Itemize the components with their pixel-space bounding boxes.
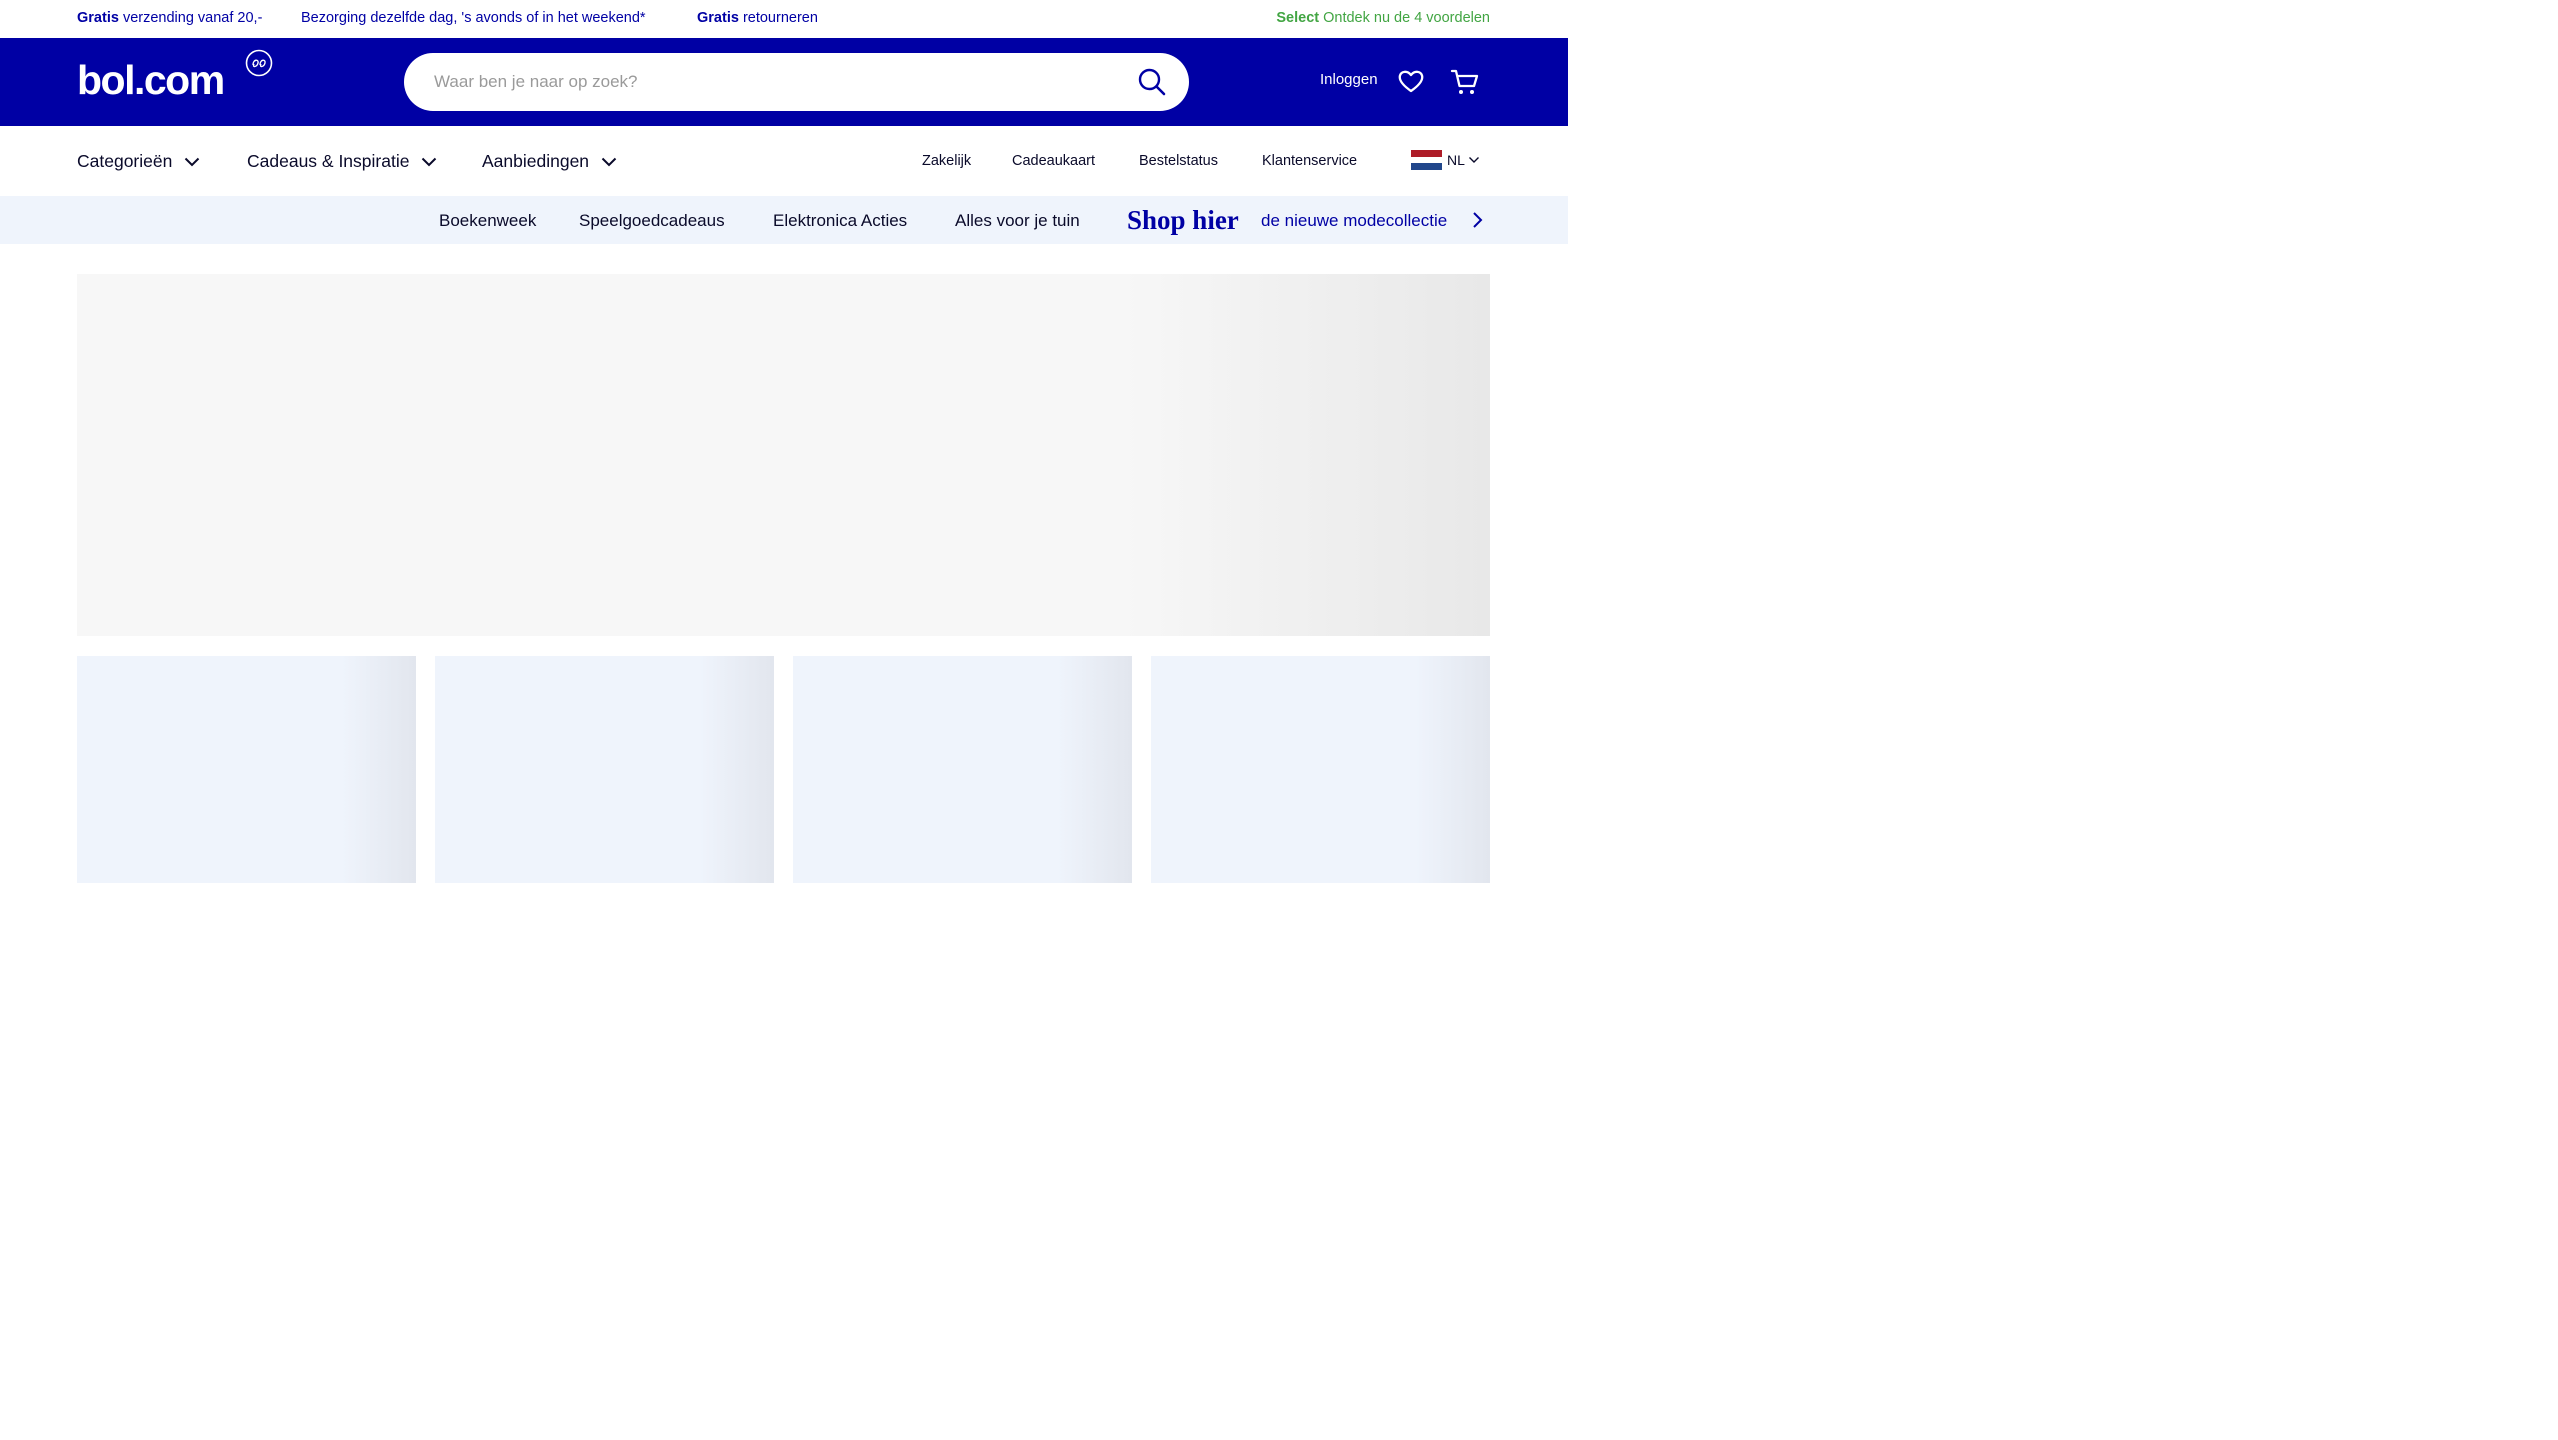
flag-nl-icon <box>1411 150 1442 171</box>
language-selector[interactable]: NL <box>1411 150 1480 171</box>
shop-here-title[interactable]: Shop hier <box>1127 205 1239 236</box>
logo-wordmark: bol.com <box>77 57 225 103</box>
bol-logo[interactable]: bol.com <box>77 49 277 106</box>
campaign-link-book-week[interactable]: Boekenweek <box>439 211 536 231</box>
nav-link-gift-card[interactable]: Cadeaukaart <box>1012 153 1095 169</box>
usp-free-returns[interactable]: Gratis retourneren <box>697 10 818 26</box>
search-icon[interactable] <box>1137 67 1167 97</box>
cart-icon[interactable] <box>1450 68 1480 96</box>
usp-select-promo[interactable]: Select Ontdek nu de 4 voordelen <box>1276 10 1490 26</box>
promo-tile-placeholder <box>435 656 774 883</box>
language-label: NL <box>1447 152 1465 168</box>
chevron-down-icon <box>422 157 437 166</box>
nav-offers-dropdown[interactable]: Aanbiedingen <box>482 151 617 172</box>
campaign-link-toy-gifts[interactable]: Speelgoedcadeaus <box>579 211 725 231</box>
hero-banner-placeholder <box>77 274 1490 636</box>
chevron-down-icon <box>601 157 617 166</box>
nav-link-business[interactable]: Zakelijk <box>922 153 971 169</box>
usp-free-shipping[interactable]: Gratis verzending vanaf 20,- <box>77 10 262 26</box>
search-input[interactable] <box>434 53 1124 111</box>
usp-same-day-delivery[interactable]: Bezorging dezelfde dag, 's avonds of in … <box>301 10 646 26</box>
logo-badge-icon <box>245 49 273 77</box>
chevron-down-icon <box>1468 157 1479 163</box>
promo-tile-placeholder <box>1151 656 1490 883</box>
campaign-link-garden[interactable]: Alles voor je tuin <box>955 211 1080 231</box>
promo-tile-placeholder <box>793 656 1132 883</box>
chevron-down-icon <box>185 157 200 166</box>
promo-tile-placeholder <box>77 656 416 883</box>
nav-categories-dropdown[interactable]: Categorieën <box>77 151 200 172</box>
search-bar <box>404 53 1189 111</box>
usp-bar: Gratis verzending vanaf 20,- Bezorging d… <box>0 0 1568 38</box>
main-navigation: Categorieën Cadeaus & Inspiratie Aanbied… <box>0 126 1568 196</box>
login-link[interactable]: Inloggen <box>1320 71 1378 88</box>
campaign-bar: Boekenweek Speelgoedcadeaus Elektronica … <box>0 196 1568 244</box>
nav-link-order-status[interactable]: Bestelstatus <box>1139 153 1218 169</box>
heart-icon[interactable] <box>1397 68 1425 94</box>
shop-here-subtitle[interactable]: de nieuwe modecollectie <box>1261 211 1447 231</box>
nav-gifts-inspiration-dropdown[interactable]: Cadeaus & Inspiratie <box>247 151 437 172</box>
site-header: bol.com Inloggen <box>0 38 1568 126</box>
campaign-link-electronics-deals[interactable]: Elektronica Acties <box>773 211 907 231</box>
nav-link-customer-service[interactable]: Klantenservice <box>1262 153 1357 169</box>
chevron-right-icon[interactable] <box>1470 210 1484 230</box>
